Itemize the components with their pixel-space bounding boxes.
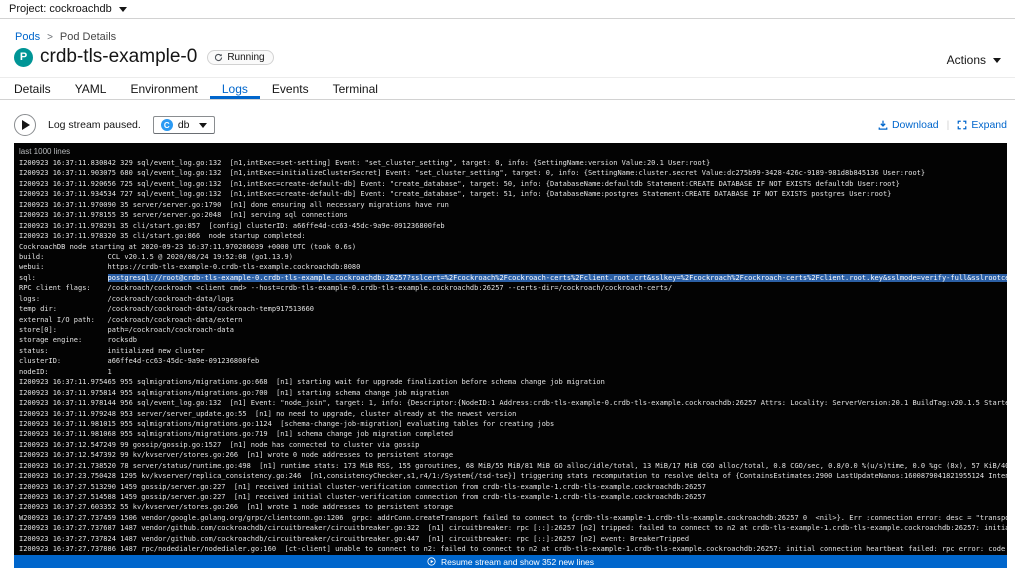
- tab-logs[interactable]: Logs: [210, 78, 260, 99]
- log-line: I200923 16:37:11.978291 35 cli/start.go:…: [19, 221, 1007, 231]
- pod-resource-icon: P: [14, 48, 33, 67]
- log-toolbar: Log stream paused. C db Download | Expan…: [14, 110, 1007, 140]
- log-line: I200923 16:37:11.981015 955 sqlmigration…: [19, 419, 1007, 429]
- log-line: RPC client flags: /cockroach/cockroach <…: [19, 283, 1007, 293]
- tab-yaml[interactable]: YAML: [63, 78, 119, 99]
- tab-terminal[interactable]: Terminal: [321, 78, 390, 99]
- log-lines: I200923 16:37:11.830842 329 sql/event_lo…: [19, 158, 1007, 555]
- log-line: I200923 16:37:11.970090 35 server/server…: [19, 200, 1007, 210]
- breadcrumb-separator: >: [47, 32, 53, 43]
- download-label: Download: [892, 119, 939, 131]
- title-row: P crdb-tls-example-0 Running: [14, 46, 274, 68]
- chevron-down-icon: [119, 7, 127, 12]
- log-line: I200923 16:37:11.975814 955 sqlmigration…: [19, 388, 1007, 398]
- download-icon: [878, 120, 888, 130]
- container-select[interactable]: C db: [153, 116, 215, 134]
- tab-environment[interactable]: Environment: [118, 78, 209, 99]
- project-selector-label: Project: cockroachdb: [9, 3, 112, 15]
- expand-icon: [957, 120, 967, 130]
- tab-details[interactable]: Details: [2, 78, 63, 99]
- expand-log-button[interactable]: Expand: [957, 119, 1007, 131]
- resume-stream-bar[interactable]: Resume stream and show 352 new lines: [14, 555, 1007, 568]
- play-circle-icon: [427, 557, 436, 566]
- log-line: I200923 16:37:12.547249 99 gossip/gossip…: [19, 440, 1007, 450]
- log-line: I200923 16:37:11.979248 953 server/serve…: [19, 409, 1007, 419]
- actions-dropdown-label: Actions: [947, 53, 986, 67]
- selected-log-text: postgresql://root@crdb-tls-example-0.crd…: [108, 274, 1007, 282]
- log-line: clusterID: a66ffe4d-cc63-45dc-9a9e-09123…: [19, 356, 1007, 366]
- log-line: I200923 16:37:23.750428 1295 kv/kvserver…: [19, 471, 1007, 481]
- log-line: temp dir: /cockroach/cockroach-data/cock…: [19, 304, 1007, 314]
- log-line: I200923 16:37:11.978144 956 sql/event_lo…: [19, 398, 1007, 408]
- log-line: I200923 16:37:11.978320 35 cli/start.go:…: [19, 231, 1007, 241]
- status-badge: Running: [207, 50, 273, 65]
- log-toolbar-actions: Download | Expand: [878, 119, 1007, 131]
- log-line: external I/O path: /cockroach/cockroach-…: [19, 315, 1007, 325]
- project-selector[interactable]: Project: cockroachdb: [9, 3, 127, 15]
- log-line: storage engine: rocksdb: [19, 335, 1007, 345]
- resume-stream-label: Resume stream and show 352 new lines: [441, 557, 594, 567]
- chevron-down-icon: [199, 123, 207, 128]
- download-log-button[interactable]: Download: [878, 119, 939, 131]
- expand-label: Expand: [971, 119, 1007, 131]
- log-line: webui: https://crdb-tls-example-0.crdb-t…: [19, 262, 1007, 272]
- log-line: I200923 16:37:11.830842 329 sql/event_lo…: [19, 158, 1007, 168]
- log-viewer[interactable]: last 1000 lines I200923 16:37:11.830842 …: [14, 143, 1007, 555]
- log-line: logs: /cockroach/cockroach-data/logs: [19, 294, 1007, 304]
- log-line: I200923 16:37:11.903075 680 sql/event_lo…: [19, 168, 1007, 178]
- log-line: I200923 16:37:11.981068 955 sqlmigration…: [19, 429, 1007, 439]
- log-line: I200923 16:37:11.920656 725 sql/event_lo…: [19, 179, 1007, 189]
- toolbar-divider: |: [947, 119, 950, 131]
- log-stream-status: Log stream paused.: [48, 119, 141, 131]
- log-line: I200923 16:37:27.513290 1459 gossip/serv…: [19, 482, 1007, 492]
- chevron-down-icon: [993, 58, 1001, 63]
- log-line: build: CCL v20.1.5 @ 2020/08/24 19:52:08…: [19, 252, 1007, 262]
- log-line: I200923 16:37:11.975465 955 sqlmigration…: [19, 377, 1007, 387]
- resume-log-stream-button[interactable]: [14, 114, 36, 136]
- container-select-value: db: [178, 119, 190, 131]
- log-line: I200923 16:37:27.737687 1487 vendor/gith…: [19, 523, 1007, 533]
- play-icon: [22, 120, 30, 130]
- log-line: W200923 16:37:27.737459 1506 vendor/goog…: [19, 513, 1007, 523]
- breadcrumb-current: Pod Details: [60, 31, 116, 43]
- actions-dropdown[interactable]: Actions: [947, 53, 1001, 67]
- log-line: I200923 16:37:11.978155 35 server/server…: [19, 210, 1007, 220]
- log-line: store[0]: path=/cockroach/cockroach-data: [19, 325, 1007, 335]
- log-line: I200923 16:37:27.514588 1459 gossip/serv…: [19, 492, 1007, 502]
- log-line: sql: postgresql://root@crdb-tls-example-…: [19, 273, 1007, 283]
- breadcrumb-pods-link[interactable]: Pods: [15, 31, 40, 43]
- pod-details-page: Project: cockroachdb Pods > Pod Details …: [0, 0, 1015, 580]
- sync-icon: [214, 53, 223, 62]
- log-line: I200923 16:37:27.603352 55 kv/kvserver/s…: [19, 502, 1007, 512]
- breadcrumb: Pods > Pod Details: [15, 31, 116, 43]
- tab-bar: Details YAML Environment Logs Events Ter…: [0, 77, 1015, 100]
- log-line: I200923 16:37:21.738520 78 server/status…: [19, 461, 1007, 471]
- log-line: I200923 16:37:11.934534 727 sql/event_lo…: [19, 189, 1007, 199]
- log-line: nodeID: 1: [19, 367, 1007, 377]
- log-line-count: last 1000 lines: [19, 146, 1007, 158]
- log-line: CockroachDB node starting at 2020-09-23 …: [19, 242, 1007, 252]
- page-title: crdb-tls-example-0: [40, 46, 197, 68]
- log-line: I200923 16:37:12.547392 99 kv/kvserver/s…: [19, 450, 1007, 460]
- log-line: I200923 16:37:27.737886 1487 rpc/nodedia…: [19, 544, 1007, 554]
- log-line: I200923 16:37:27.737824 1487 vendor/gith…: [19, 534, 1007, 544]
- project-bar: Project: cockroachdb: [0, 0, 1015, 19]
- status-badge-label: Running: [227, 52, 264, 63]
- tab-events[interactable]: Events: [260, 78, 321, 99]
- log-line: status: initialized new cluster: [19, 346, 1007, 356]
- container-resource-icon: C: [161, 119, 173, 131]
